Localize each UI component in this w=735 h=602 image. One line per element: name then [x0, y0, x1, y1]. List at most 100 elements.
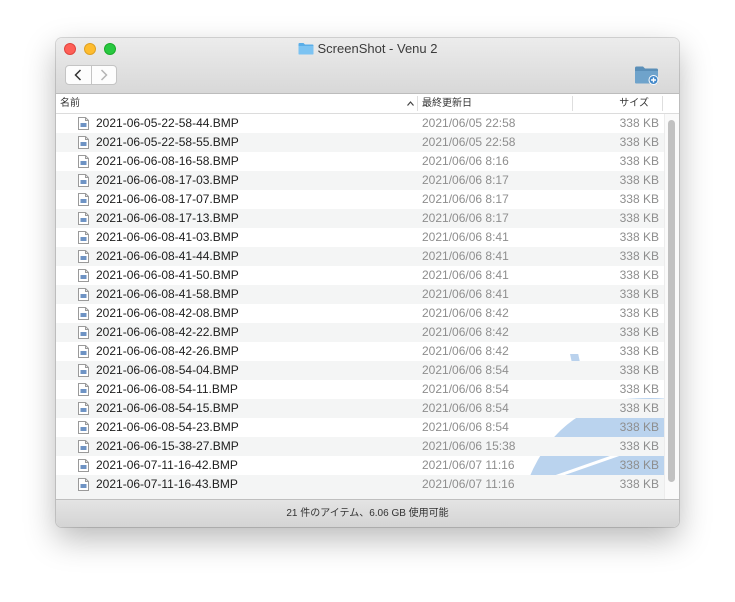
file-name: 2021-06-05-22-58-44.BMP: [96, 116, 239, 130]
file-name: 2021-06-06-08-42-08.BMP: [96, 306, 239, 320]
window-title: ScreenShot - Venu 2: [56, 41, 679, 59]
file-name: 2021-06-06-08-16-58.BMP: [96, 154, 239, 168]
file-name: 2021-06-06-08-17-07.BMP: [96, 192, 239, 206]
file-date: 2021/06/05 22:58: [422, 135, 516, 149]
bmp-file-icon: [78, 193, 89, 209]
status-text: 21 件のアイテム、6.06 GB 使用可能: [286, 508, 449, 519]
file-size: 338 KB: [619, 325, 659, 339]
file-size: 338 KB: [619, 268, 659, 282]
file-name: 2021-06-06-08-41-03.BMP: [96, 230, 239, 244]
file-list: 2021-06-05-22-58-44.BMP 2021/06/05 22:58 3…: [56, 114, 679, 499]
bmp-file-icon: [78, 212, 89, 228]
file-date: 2021/06/06 8:17: [422, 173, 509, 187]
file-row[interactable]: 2021-06-06-08-41-03.BMP 2021/06/06 8:41 33…: [56, 228, 679, 247]
file-date: 2021/06/06 15:38: [422, 439, 516, 453]
file-size: 338 KB: [619, 287, 659, 301]
file-date: 2021/06/06 8:17: [422, 192, 509, 206]
file-name: 2021-06-06-08-54-23.BMP: [96, 420, 239, 434]
scrollbar-thumb[interactable]: [668, 120, 675, 482]
bmp-file-icon: [78, 155, 89, 171]
file-date: 2021/06/06 8:42: [422, 325, 509, 339]
file-size: 338 KB: [619, 306, 659, 320]
file-row[interactable]: 2021-06-06-08-16-58.BMP 2021/06/06 8:16 33…: [56, 152, 679, 171]
chevron-right-icon: [100, 69, 108, 81]
bmp-file-icon: [78, 117, 89, 133]
file-row[interactable]: 2021-06-06-08-41-44.BMP 2021/06/06 8:41 33…: [56, 247, 679, 266]
file-size: 338 KB: [619, 173, 659, 187]
new-folder-button[interactable]: [634, 64, 660, 86]
file-name: 2021-06-06-08-41-44.BMP: [96, 249, 239, 263]
file-date: 2021/06/06 8:54: [422, 401, 509, 415]
file-size: 338 KB: [619, 154, 659, 168]
bmp-file-icon: [78, 136, 89, 152]
file-row[interactable]: 2021-06-06-08-54-11.BMP 2021/06/06 8:54 33…: [56, 380, 679, 399]
bmp-file-icon: [78, 345, 89, 361]
file-row[interactable]: 2021-06-06-08-42-26.BMP 2021/06/06 8:42 33…: [56, 342, 679, 361]
bmp-file-icon: [78, 231, 89, 247]
file-row[interactable]: 2021-06-07-11-16-42.BMP 2021/06/07 11:16 3…: [56, 456, 679, 475]
file-name: 2021-06-06-08-41-50.BMP: [96, 268, 239, 282]
file-date: 2021/06/06 8:54: [422, 382, 509, 396]
file-row[interactable]: 2021-06-06-08-17-07.BMP 2021/06/06 8:17 33…: [56, 190, 679, 209]
file-row[interactable]: 2021-06-06-08-42-22.BMP 2021/06/06 8:42 33…: [56, 323, 679, 342]
forward-button[interactable]: [92, 66, 117, 84]
file-name: 2021-06-06-08-42-22.BMP: [96, 325, 239, 339]
file-date: 2021/06/06 8:17: [422, 211, 509, 225]
file-name: 2021-06-05-22-58-55.BMP: [96, 135, 239, 149]
file-name: 2021-06-06-08-54-15.BMP: [96, 401, 239, 415]
file-row[interactable]: 2021-06-06-08-54-04.BMP 2021/06/06 8:54 33…: [56, 361, 679, 380]
file-size: 338 KB: [619, 230, 659, 244]
file-date: 2021/06/07 11:16: [422, 477, 515, 491]
file-row[interactable]: 2021-06-05-22-58-55.BMP 2021/06/05 22:58 3…: [56, 133, 679, 152]
file-size: 338 KB: [619, 382, 659, 396]
file-row[interactable]: 2021-06-07-11-16-43.BMP 2021/06/07 11:16 3…: [56, 475, 679, 494]
bmp-file-icon: [78, 478, 89, 494]
file-size: 338 KB: [619, 420, 659, 434]
file-row[interactable]: 2021-06-06-08-41-58.BMP 2021/06/06 8:41 33…: [56, 285, 679, 304]
file-name: 2021-06-06-08-42-26.BMP: [96, 344, 239, 358]
bmp-file-icon: [78, 364, 89, 380]
file-size: 338 KB: [619, 192, 659, 206]
file-date: 2021/06/06 8:41: [422, 287, 509, 301]
bmp-file-icon: [78, 307, 89, 323]
file-date: 2021/06/06 8:42: [422, 344, 509, 358]
file-date: 2021/06/06 8:42: [422, 306, 509, 320]
file-row[interactable]: 2021-06-06-08-41-50.BMP 2021/06/06 8:41 33…: [56, 266, 679, 285]
file-size: 338 KB: [619, 477, 659, 491]
back-forward-control: [65, 65, 117, 85]
file-date: 2021/06/05 22:58: [422, 116, 516, 130]
file-name: 2021-06-06-08-54-11.BMP: [96, 382, 238, 396]
file-date: 2021/06/06 8:16: [422, 154, 509, 168]
file-date: 2021/06/06 8:41: [422, 268, 509, 282]
bmp-file-icon: [78, 288, 89, 304]
file-size: 338 KB: [619, 458, 659, 472]
file-date: 2021/06/06 8:41: [422, 230, 509, 244]
file-row[interactable]: 2021-06-06-08-54-23.BMP 2021/06/06 8:54 33…: [56, 418, 679, 437]
column-header-date[interactable]: 最終更新日: [422, 94, 472, 113]
file-size: 338 KB: [619, 401, 659, 415]
file-size: 338 KB: [619, 135, 659, 149]
file-size: 338 KB: [619, 116, 659, 130]
file-row[interactable]: 2021-06-06-08-17-13.BMP 2021/06/06 8:17 33…: [56, 209, 679, 228]
column-divider[interactable]: [572, 96, 573, 111]
chevron-left-icon: [74, 69, 82, 81]
file-row[interactable]: 2021-06-06-15-38-27.BMP 2021/06/06 15:38 3…: [56, 437, 679, 456]
file-name: 2021-06-07-11-16-43.BMP: [96, 477, 238, 491]
column-divider: [662, 96, 663, 111]
window-title-text: ScreenShot - Venu 2: [317, 41, 438, 56]
file-name: 2021-06-06-08-17-13.BMP: [96, 211, 239, 225]
file-size: 338 KB: [619, 249, 659, 263]
sort-ascending-icon[interactable]: [406, 94, 416, 113]
file-row[interactable]: 2021-06-05-22-58-44.BMP 2021/06/05 22:58 3…: [56, 114, 679, 133]
bmp-file-icon: [78, 326, 89, 342]
file-row[interactable]: 2021-06-06-08-17-03.BMP 2021/06/06 8:17 33…: [56, 171, 679, 190]
column-header-size[interactable]: サイズ: [619, 94, 649, 113]
column-header-name[interactable]: 名前: [60, 94, 80, 113]
file-row[interactable]: 2021-06-06-08-54-15.BMP 2021/06/06 8:54 33…: [56, 399, 679, 418]
column-divider[interactable]: [417, 96, 418, 111]
file-date: 2021/06/06 8:41: [422, 249, 509, 263]
back-button[interactable]: [66, 66, 92, 84]
bmp-file-icon: [78, 440, 89, 456]
bmp-file-icon: [78, 383, 89, 399]
file-row[interactable]: 2021-06-06-08-42-08.BMP 2021/06/06 8:42 33…: [56, 304, 679, 323]
